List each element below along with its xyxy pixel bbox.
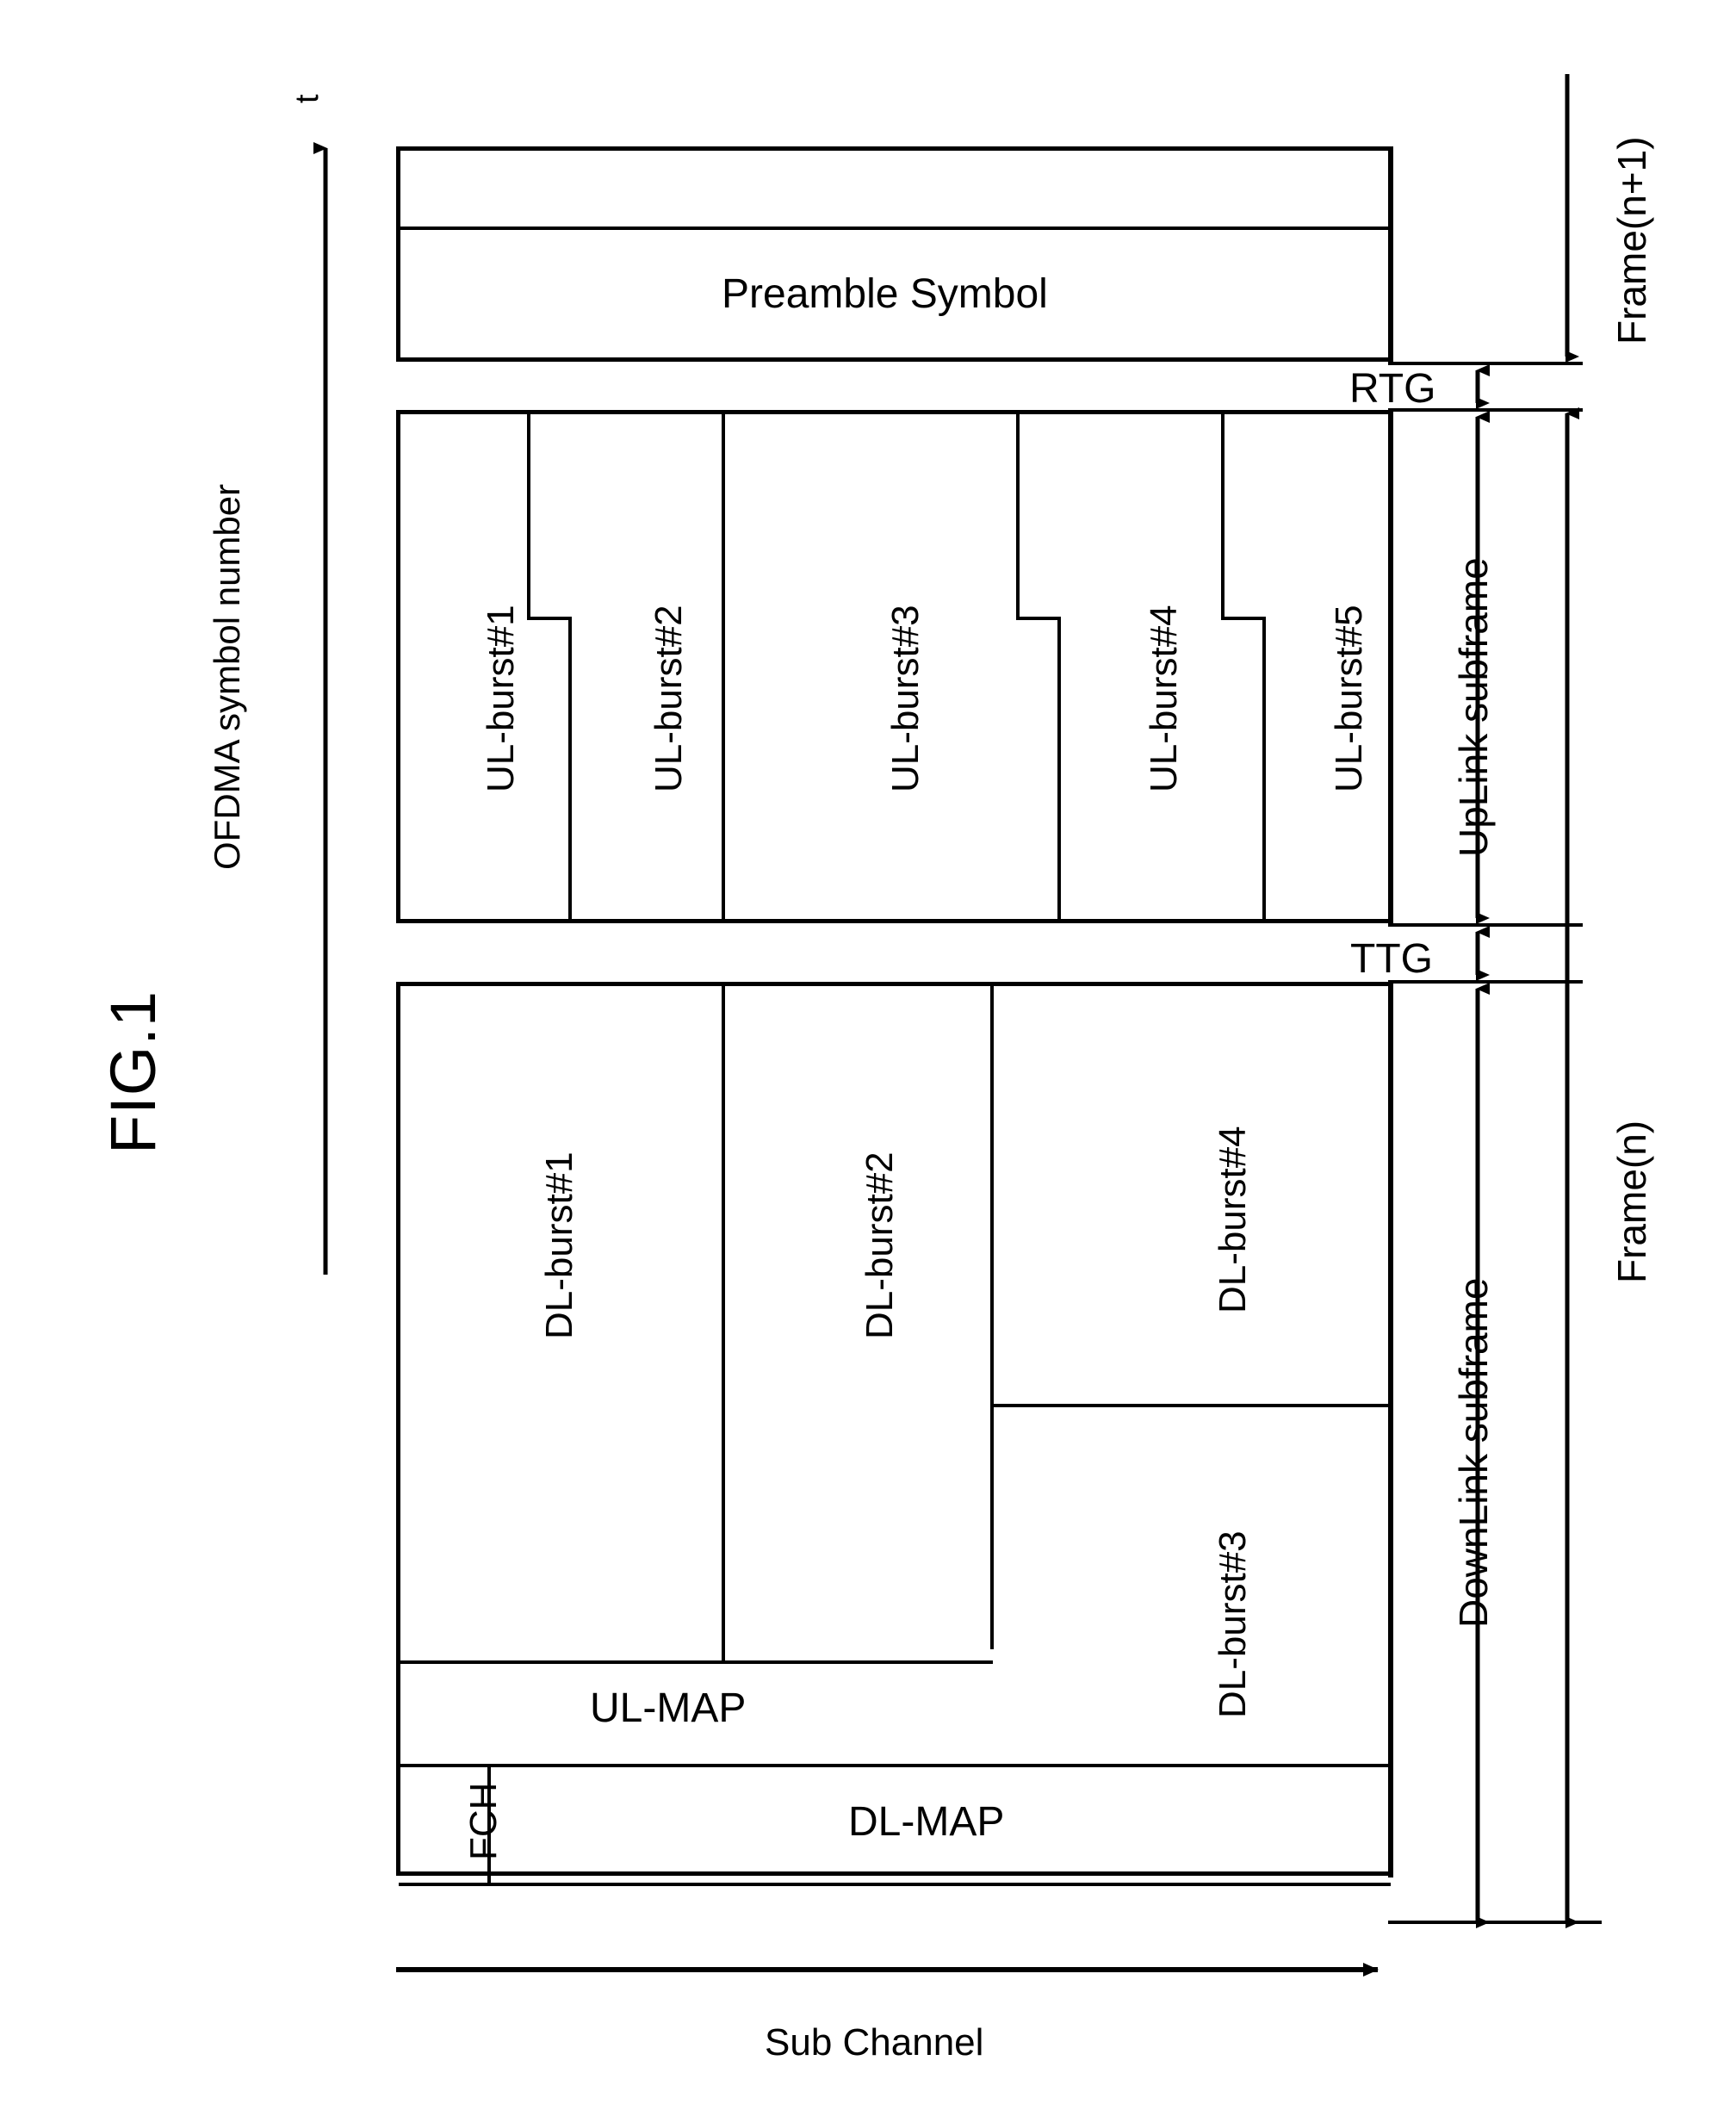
figure-canvas: FIG.1 t OFDMA symbol number Preamble Sym… [0, 0, 1736, 2104]
ul-divider-2 [722, 412, 725, 922]
ul-burst-3-label: UL-burst#3 [884, 605, 927, 792]
downlink-subframe-box [396, 982, 1393, 1876]
preamble-symbol-box [396, 146, 1393, 362]
ul-map-label: UL-MAP [590, 1685, 747, 1731]
uplink-subframe-label: UpLink subframe [1451, 557, 1496, 857]
frame-current-label: Frame(n) [1609, 1120, 1654, 1283]
ul-burst-2-label: UL-burst#2 [648, 605, 690, 792]
downlink-right-edge [1388, 982, 1393, 1877]
figure-title: FIG.1 [97, 990, 169, 1154]
dl-divider-burst4-burst3 [990, 1404, 1391, 1407]
uplink-right-edge [1388, 410, 1393, 925]
dl-burst-3-label: DL-burst#3 [1212, 1530, 1254, 1718]
ul-burst-4-label: UL-burst#4 [1143, 605, 1185, 792]
dl-burst-2-label: DL-burst#2 [859, 1151, 901, 1339]
ul-divider-4-upper [1221, 412, 1224, 618]
dl-divider-left-right-column [990, 984, 994, 1649]
ul-divider-1-upper [527, 412, 530, 618]
dl-divider-burst1-burst2 [722, 984, 725, 1663]
ul-burst-1-label: UL-burst#1 [480, 605, 522, 792]
dl-burst-4-label: DL-burst#4 [1212, 1126, 1254, 1313]
dl-divider-dlmap-bottom [399, 1883, 1391, 1886]
y-axis-label: OFDMA symbol number [207, 483, 247, 870]
ul-burst-5-label: UL-burst#5 [1328, 605, 1370, 792]
ul-divider-1-lower [568, 617, 572, 922]
ttg-label: TTG [1350, 936, 1433, 982]
preamble-divider-line [399, 227, 1391, 230]
frame-next-label: Frame(n+1) [1609, 136, 1654, 344]
rtg-label: RTG [1349, 366, 1436, 412]
ul-divider-3-step [1016, 617, 1061, 620]
preamble-symbol-label: Preamble Symbol [722, 271, 1048, 317]
fch-label: FCH [462, 1782, 505, 1860]
time-axis-tick-label: t [289, 94, 326, 103]
ul-divider-4-lower [1262, 617, 1266, 922]
dl-burst-1-label: DL-burst#1 [538, 1151, 580, 1339]
ul-divider-3-upper [1016, 412, 1020, 618]
x-axis-label: Sub Channel [765, 2021, 984, 2064]
ul-divider-3-lower [1057, 617, 1061, 922]
ul-divider-4-step [1221, 617, 1266, 620]
ul-divider-1-step [527, 617, 572, 620]
downlink-subframe-label: DownLink subframe [1451, 1277, 1496, 1628]
dl-divider-dlmap-top [399, 1764, 1391, 1767]
dl-map-label: DL-MAP [848, 1799, 1005, 1845]
dl-divider-ulmap-top [399, 1660, 993, 1664]
preamble-right-edge [1388, 146, 1393, 363]
